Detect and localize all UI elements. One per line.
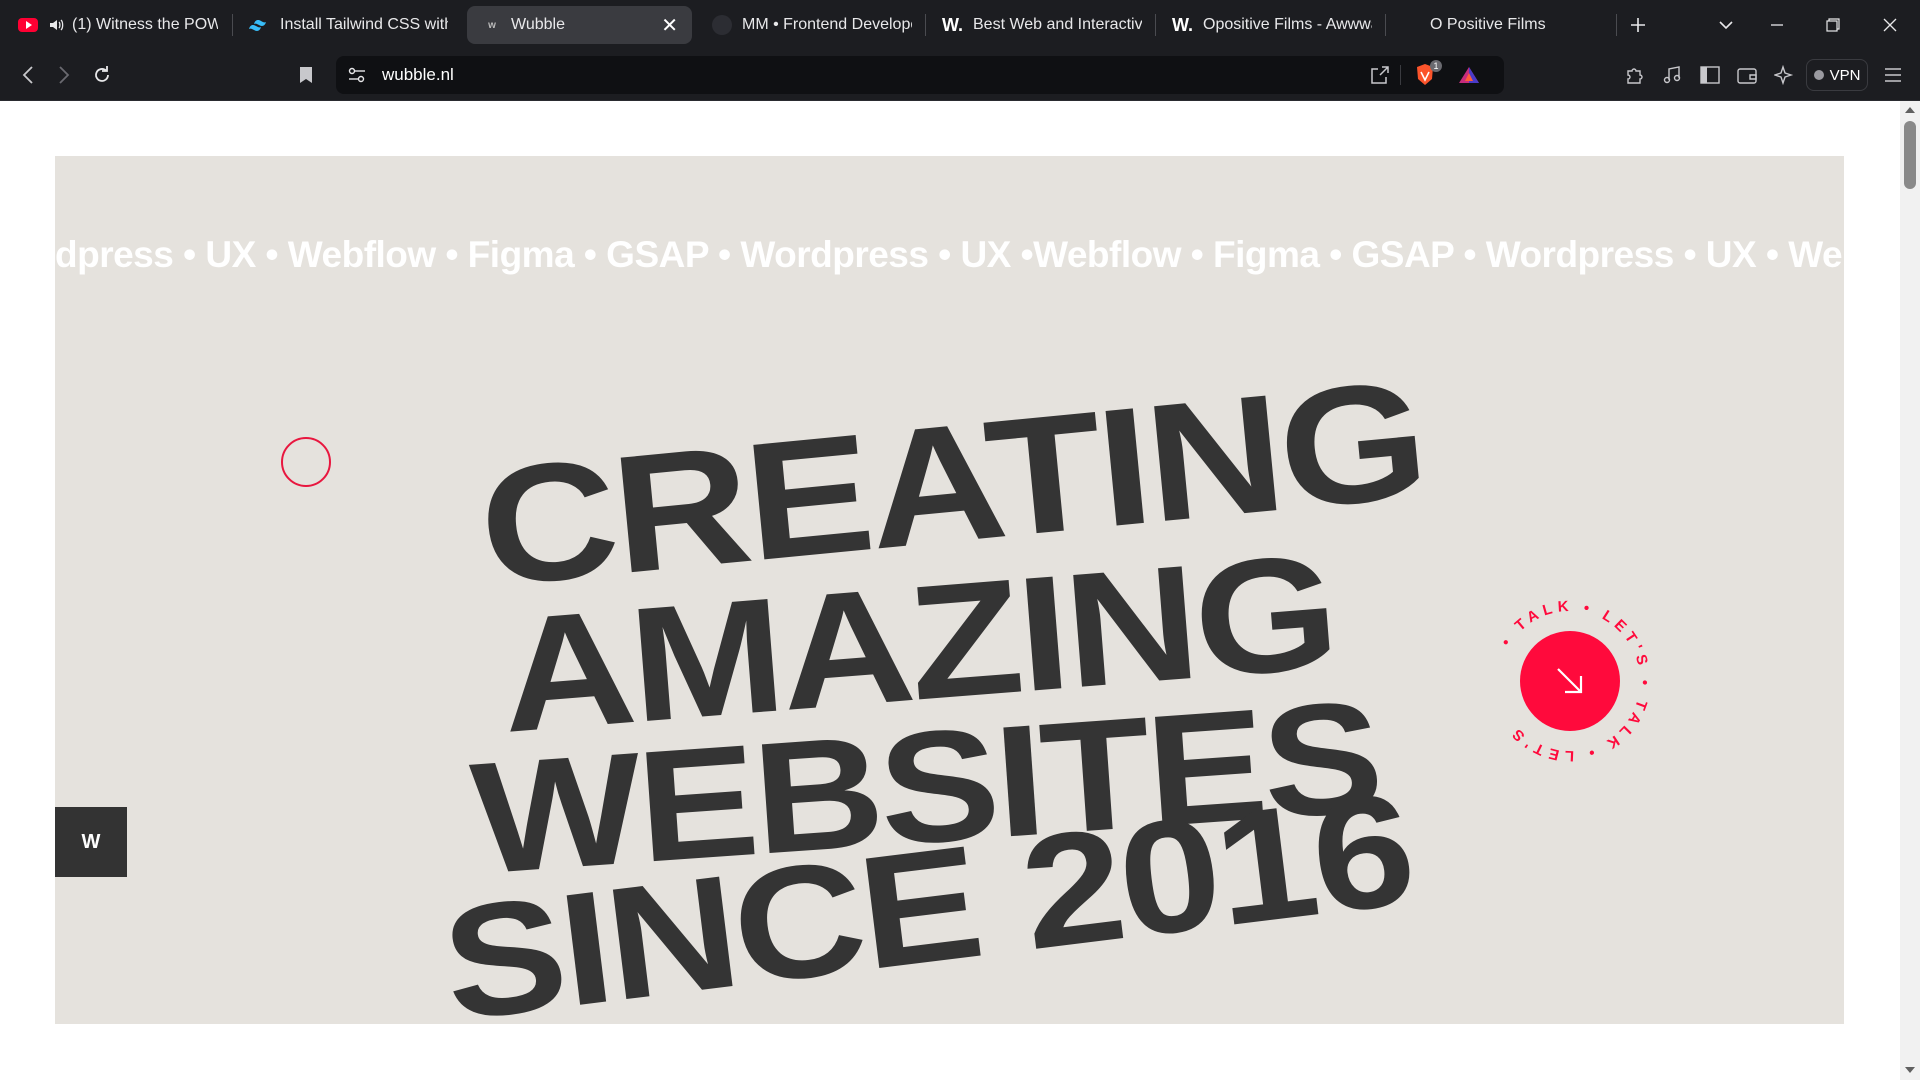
tab-opositive-awwwards[interactable]: W. Opositive Films - Awwwar <box>1172 6 1372 44</box>
tab-label: MM • Frontend Develope <box>742 16 912 33</box>
tab-separator <box>1155 14 1156 36</box>
restore-icon <box>1826 18 1840 32</box>
scrollbar-thumb[interactable] <box>1904 121 1916 189</box>
tab-tailwind[interactable]: Install Tailwind CSS with V <box>248 6 448 44</box>
arrow-right-icon <box>59 66 70 84</box>
tab-wubble[interactable]: w Wubble ✕ <box>467 6 692 44</box>
address-bar[interactable]: wubble.nl 1 <box>336 56 1504 94</box>
forward-button[interactable] <box>48 59 80 91</box>
share-icon[interactable] <box>1370 65 1390 90</box>
reload-icon <box>95 66 109 82</box>
chevron-down-icon <box>1719 21 1733 30</box>
hero-section: dpress • UX • Webflow • Figma • GSAP • W… <box>55 156 1844 1024</box>
media-button[interactable] <box>1656 59 1688 91</box>
speaker-icon[interactable] <box>48 17 64 33</box>
scroll-down-arrow[interactable] <box>1905 1067 1915 1073</box>
menu-button[interactable] <box>1877 59 1909 91</box>
awwwards-icon: W. <box>942 14 963 35</box>
bookmark-button[interactable] <box>290 59 322 91</box>
scroll-up-arrow[interactable] <box>1905 107 1915 113</box>
tab-separator <box>232 14 233 36</box>
tab-label: Best Web and Interactive <box>973 16 1142 33</box>
tab-youtube[interactable]: (1) Witness the POWE <box>18 6 218 44</box>
extensions-button[interactable] <box>1619 59 1651 91</box>
vpn-status-icon <box>1813 70 1824 80</box>
hero-headline: CREATING AMAZING WEBSITES SINCE 2016 <box>55 156 1844 1024</box>
page-scrollbar[interactable] <box>1900 101 1920 1080</box>
tab-strip: (1) Witness the POWE Install Tailwind CS… <box>0 0 1920 50</box>
wallet-button[interactable] <box>1731 59 1763 91</box>
page-viewport: dpress • UX • Webflow • Figma • GSAP • W… <box>0 101 1900 1080</box>
arrow-left-icon <box>22 66 33 84</box>
puzzle-icon <box>1627 68 1643 84</box>
tab-label: O Positive Films <box>1430 16 1546 33</box>
tab-label: Opositive Films - Awwwar <box>1203 16 1372 33</box>
vpn-label: VPN <box>1829 66 1861 84</box>
side-badge[interactable]: W <box>55 807 127 877</box>
close-window-button[interactable] <box>1865 0 1915 50</box>
wubble-icon: w <box>488 19 496 31</box>
tab-separator <box>1385 14 1386 36</box>
url-text[interactable]: wubble.nl <box>382 65 454 85</box>
talk-circle[interactable] <box>1520 631 1620 731</box>
tab-separator <box>925 14 926 36</box>
shield-count-badge: 1 <box>1430 60 1442 72</box>
plus-icon <box>1631 18 1645 32</box>
tab-label: (1) Witness the POWE <box>72 16 218 33</box>
tab-opositive[interactable]: O Positive Films <box>1430 6 1600 44</box>
reload-button[interactable] <box>86 59 118 91</box>
tab-label: Install Tailwind CSS with V <box>280 16 448 33</box>
sparkle-icon <box>1774 65 1794 85</box>
minimize-button[interactable] <box>1752 0 1802 50</box>
back-button[interactable] <box>12 59 44 91</box>
browser-toolbar: wubble.nl 1 VPN <box>0 50 1920 101</box>
bookmark-icon <box>300 67 312 83</box>
music-note-icon <box>1663 66 1681 84</box>
sidebar-icon <box>1700 66 1720 84</box>
vpn-button[interactable]: VPN <box>1806 59 1868 91</box>
hamburger-menu-icon <box>1885 68 1901 82</box>
youtube-icon <box>18 18 38 32</box>
minimize-icon <box>1771 24 1783 26</box>
brave-rewards-icon[interactable] <box>1458 66 1480 89</box>
tab-mm[interactable]: MM • Frontend Develope <box>712 6 912 44</box>
site-settings-icon[interactable] <box>348 66 366 89</box>
awwwards-icon: W. <box>1172 14 1193 35</box>
restore-button[interactable] <box>1808 0 1858 50</box>
close-icon <box>1883 18 1897 32</box>
tab-awwwards-best[interactable]: W. Best Web and Interactive <box>942 6 1142 44</box>
mm-icon <box>712 15 732 35</box>
arrow-down-right-icon <box>1557 668 1583 694</box>
lets-talk-button[interactable]: • TALK • LET'S • TALK • LET'S <box>1480 591 1660 771</box>
sidebar-button[interactable] <box>1694 59 1726 91</box>
tab-search-button[interactable] <box>1701 0 1751 50</box>
tailwind-icon <box>248 18 270 32</box>
leo-ai-button[interactable] <box>1768 59 1800 91</box>
close-tab-icon[interactable]: ✕ <box>661 13 678 38</box>
wallet-icon <box>1737 68 1757 84</box>
divider <box>1400 65 1401 85</box>
tab-label: Wubble <box>511 16 565 33</box>
new-tab-button[interactable] <box>1613 0 1663 50</box>
